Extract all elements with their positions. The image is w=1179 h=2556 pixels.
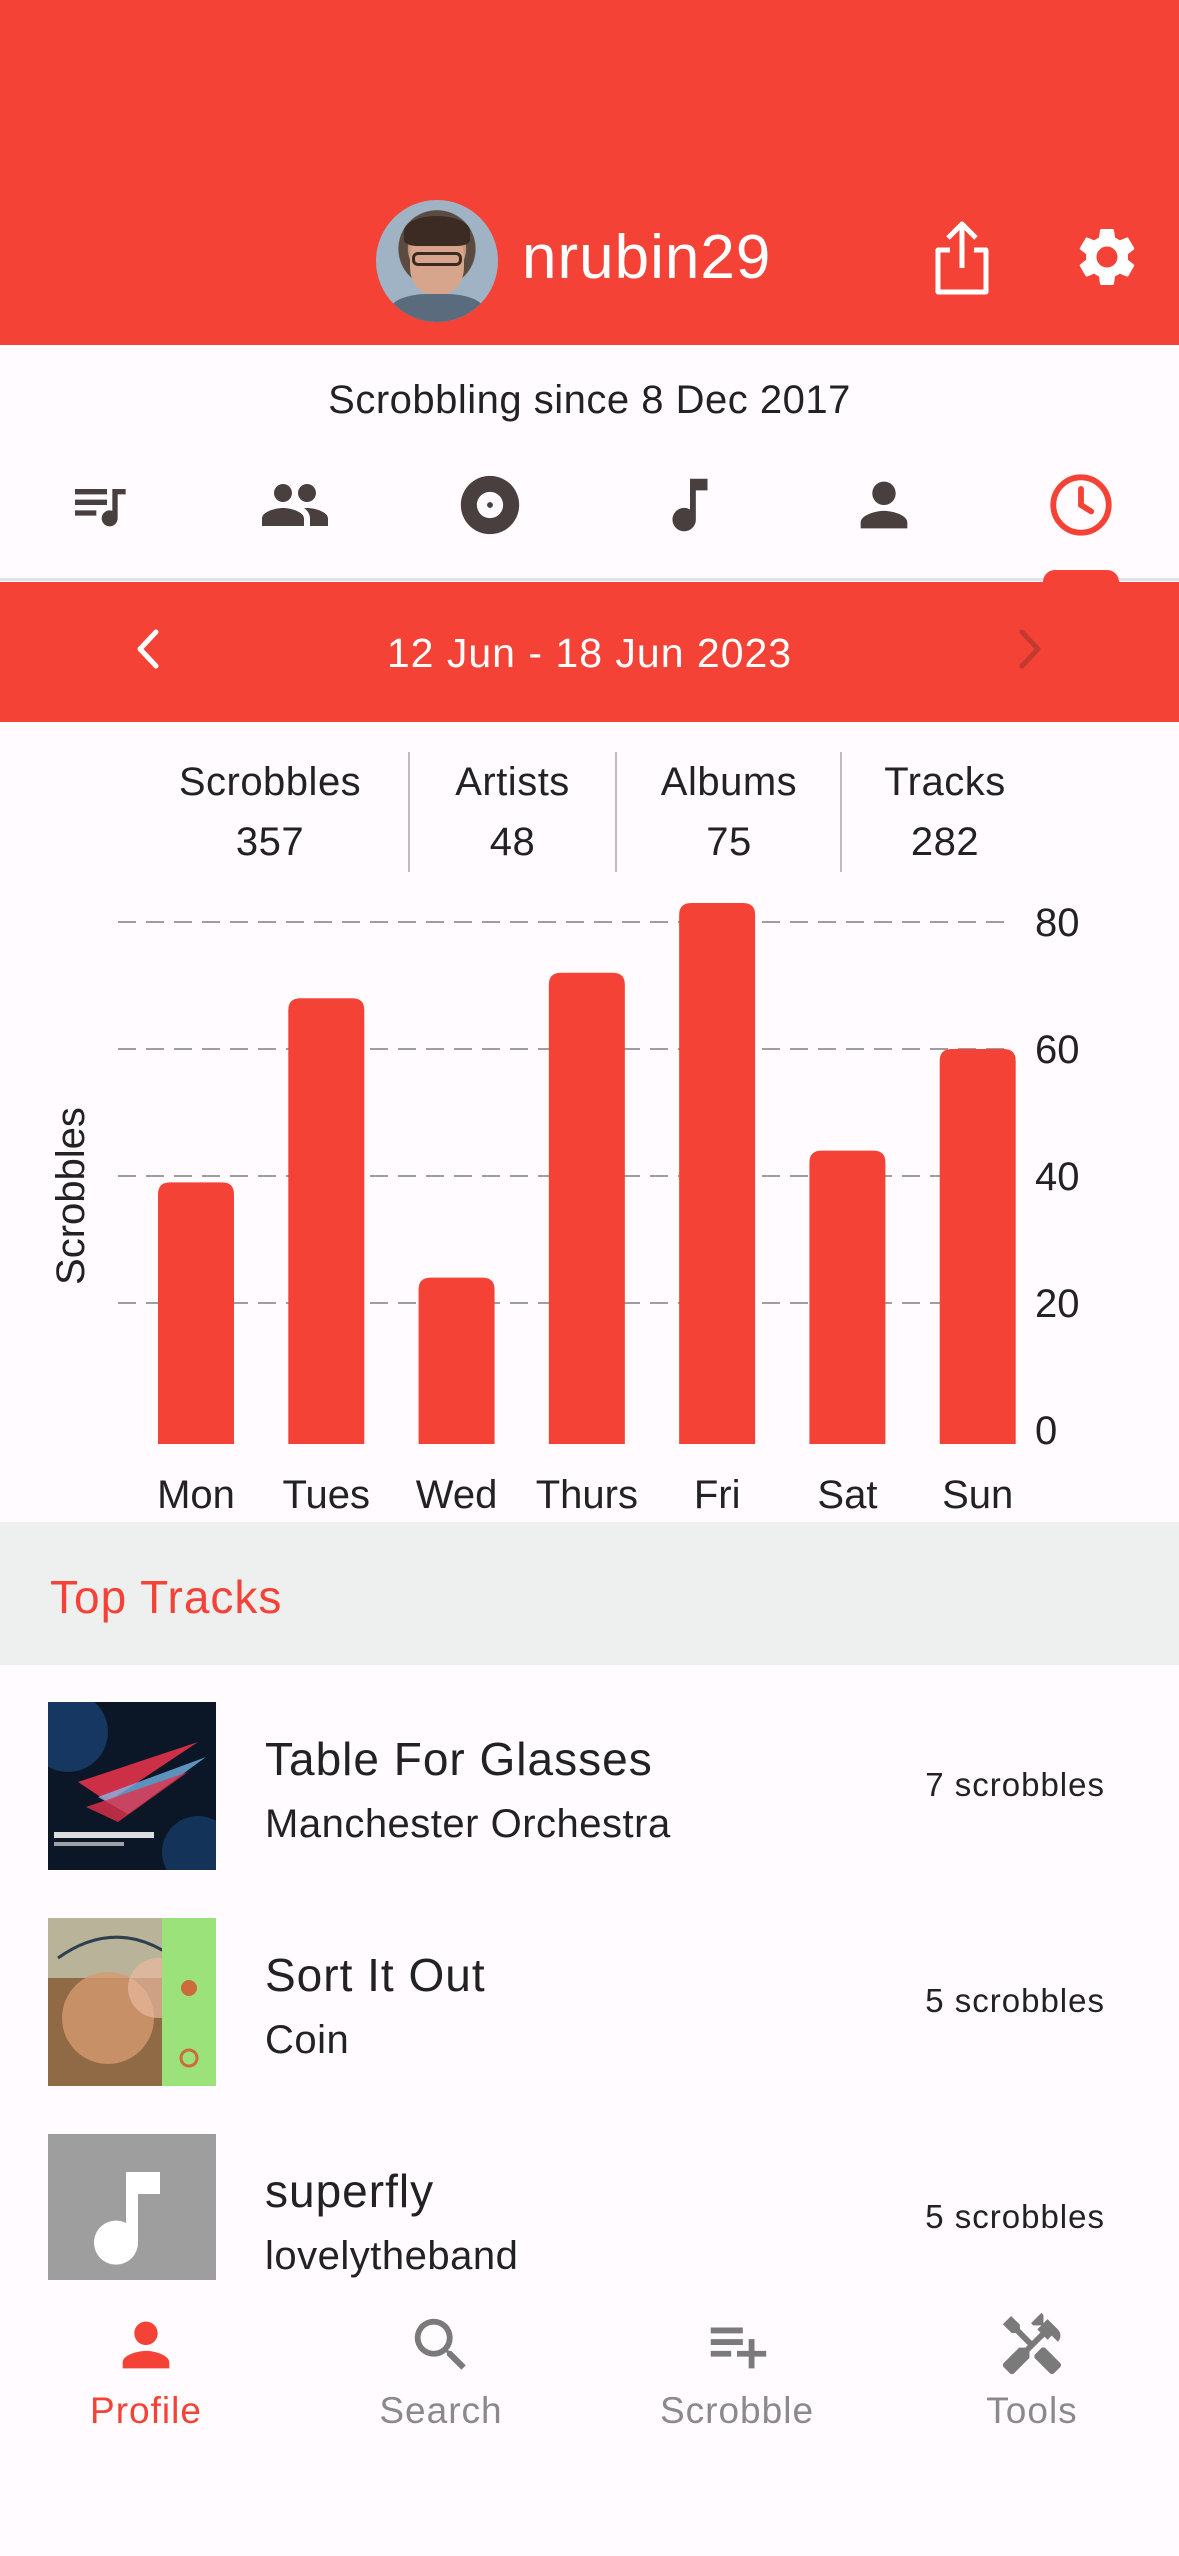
stat-divider	[615, 752, 617, 872]
queue-music-icon	[75, 489, 126, 527]
stat-albums: Albums 75	[628, 752, 830, 872]
list-item[interactable]: Sort It Out Coin 5 scrobbles	[0, 1918, 1179, 2134]
y-tick-label: 0	[1035, 1409, 1057, 1453]
tab-tracks[interactable]	[635, 460, 745, 550]
bottom-navigation: Profile Search Scrobble Tools	[0, 2280, 1179, 2556]
clock-icon	[1050, 474, 1112, 536]
tab-albums[interactable]	[435, 460, 545, 550]
track-artist: lovelytheband	[265, 2234, 519, 2278]
album-art-placeholder	[48, 2134, 216, 2302]
track-title: Table For Glasses	[265, 1733, 653, 1785]
stat-label: Tracks	[884, 760, 1006, 804]
nav-search[interactable]: Search	[341, 2310, 541, 2432]
album-art	[48, 1918, 216, 2086]
track-artist: Coin	[265, 2018, 350, 2062]
nav-tools[interactable]: Tools	[932, 2310, 1132, 2432]
album-art	[48, 1702, 216, 1870]
scrobbling-since: Scrobbling since 8 Dec 2017	[328, 378, 851, 422]
chart-bar	[418, 1277, 495, 1444]
track-title: Sort It Out	[265, 1949, 486, 2001]
people-icon	[262, 484, 328, 526]
stat-value: 75	[706, 820, 752, 864]
x-tick-label: Mon	[157, 1473, 235, 1517]
nav-label: Tools	[986, 2390, 1078, 2431]
x-tick-label: Sat	[817, 1473, 877, 1517]
music-note-icon	[672, 478, 708, 532]
y-tick-label: 20	[1035, 1282, 1080, 1326]
stat-value: 282	[910, 820, 980, 864]
tab-friends[interactable]	[240, 460, 350, 550]
chart-bar	[809, 1150, 886, 1444]
chart-bar	[548, 972, 625, 1444]
nav-label: Profile	[90, 2390, 202, 2431]
stat-label: Albums	[660, 760, 798, 804]
chart-bar	[158, 1182, 234, 1444]
nav-label: Scrobble	[659, 2390, 815, 2431]
stat-label: Scrobbles	[178, 760, 362, 804]
y-tick-label: 40	[1035, 1155, 1080, 1199]
x-tick-label: Thurs	[536, 1473, 638, 1517]
y-tick-label: 80	[1035, 901, 1080, 945]
stat-divider	[408, 752, 410, 872]
stat-divider	[840, 752, 842, 872]
date-range-bar: 12 Jun - 18 Jun 2023	[0, 582, 1179, 722]
y-axis-label: Scrobbles	[49, 1107, 93, 1285]
nav-label: Search	[379, 2390, 503, 2431]
stat-value: 48	[489, 820, 536, 864]
chevron-right-icon[interactable]	[1000, 614, 1060, 684]
app-header: nrubin29	[0, 0, 1179, 345]
list-item[interactable]: Table For Glasses Manchester Orchestra 7…	[0, 1702, 1179, 1918]
chart-bar	[679, 902, 756, 1444]
user-avatar[interactable]	[376, 200, 498, 322]
chart-bar	[288, 998, 365, 1444]
music-note-icon	[94, 2172, 160, 2265]
search-icon	[414, 2318, 466, 2370]
gear-icon[interactable]	[1072, 222, 1142, 292]
username: nrubin29	[522, 223, 772, 292]
scrobble-count: 5 scrobbles	[925, 1982, 1105, 2019]
tab-artists[interactable]	[829, 460, 939, 550]
stat-scrobbles: Scrobbles 357	[150, 752, 390, 872]
album-icon	[460, 475, 520, 535]
share-icon[interactable]	[930, 220, 994, 298]
playlist-add-icon	[710, 2327, 767, 2369]
section-title: Top Tracks	[50, 1571, 283, 1623]
x-tick-label: Wed	[416, 1473, 498, 1517]
track-artist: Manchester Orchestra	[265, 1802, 671, 1846]
stat-tracks: Tracks 282	[855, 752, 1035, 872]
tools-icon	[1002, 2312, 1062, 2375]
y-tick-label: 60	[1035, 1028, 1080, 1072]
x-tick-label: Tues	[283, 1473, 370, 1517]
scrobbles-chart: 0 20 40 60 80 Scrobbles Mon Tues Wed Thurs Fri Sat S…	[0, 880, 1179, 1520]
tab-history[interactable]	[1026, 460, 1136, 550]
x-tick-label: Sun	[942, 1473, 1013, 1517]
track-title: superfly	[265, 2165, 435, 2217]
chart-bar	[939, 1049, 1016, 1444]
stat-artists: Artists 48	[420, 752, 605, 872]
tabs-divider	[0, 578, 1179, 581]
person-icon	[122, 2321, 170, 2369]
tab-indicator	[1043, 570, 1119, 582]
nav-profile[interactable]: Profile	[46, 2310, 246, 2432]
scrobble-count: 5 scrobbles	[925, 2198, 1105, 2235]
tab-recent-tracks[interactable]	[44, 460, 154, 550]
stat-label: Artists	[455, 760, 570, 804]
top-tracks-header: Top Tracks	[0, 1522, 1179, 1665]
period-stats: Scrobbles 357 Artists 48 Albums 75 Track…	[0, 752, 1179, 874]
scrobble-count: 7 scrobbles	[925, 1766, 1105, 1803]
person-icon	[860, 481, 908, 529]
profile-tabs	[0, 460, 1179, 580]
stat-value: 357	[235, 820, 305, 864]
nav-scrobble[interactable]: Scrobble	[637, 2310, 837, 2432]
x-tick-label: Fri	[694, 1473, 741, 1517]
